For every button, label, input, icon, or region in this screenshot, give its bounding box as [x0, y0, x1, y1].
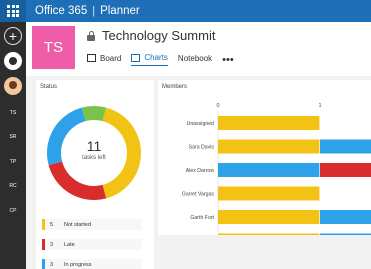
member-bar-segment[interactable] [218, 210, 320, 224]
board-icon [87, 54, 96, 62]
member-label: Unassigned [187, 121, 215, 127]
legend-count: 3 [50, 261, 54, 268]
tab-board-label: Board [100, 53, 122, 63]
member-bar-segment[interactable] [320, 233, 371, 236]
tab-notebook[interactable]: Notebook [178, 54, 212, 66]
legend-row[interactable]: 3 In progress [42, 259, 142, 269]
member-bar-segment[interactable] [218, 186, 320, 201]
plan-tabs: Board Charts Notebook ••• [87, 53, 234, 66]
rail-plan-tile[interactable]: TS [6, 106, 20, 119]
legend-swatch [42, 239, 45, 250]
tab-charts[interactable]: Charts [131, 53, 168, 66]
avatar[interactable] [4, 77, 22, 95]
rail-plan-tile-label: TP [9, 158, 17, 165]
member-bar-segment[interactable] [218, 233, 320, 236]
legend-swatch [42, 259, 45, 269]
member-bar-segment[interactable] [320, 210, 371, 224]
new-plan-icon[interactable]: + [4, 27, 22, 45]
legend-label: Late [64, 241, 75, 248]
x-tick-label: 1 [318, 103, 321, 109]
legend-label: In progress [64, 261, 92, 268]
rail-plan-tile[interactable]: CP [6, 204, 20, 217]
charts-content: Status 11 tasks left 5 Not started 3 Lat… [26, 76, 371, 269]
rail-plan-tile-label: SR [9, 133, 17, 140]
members-card: Members 0 1 Unassigned Sara Davis Alex Darro… [158, 80, 371, 235]
tab-charts-label: Charts [144, 53, 168, 62]
suite-separator: | [92, 5, 96, 17]
left-rail: + TS SR TP RC CP [0, 22, 26, 269]
legend-row[interactable]: 5 Not started [42, 219, 142, 230]
member-label: Garret Vargas [182, 192, 215, 198]
member-label: Alex Darrow [186, 168, 215, 174]
members-bar-chart: 0 1 Unassigned Sara Davis Alex Darrow Garret … [182, 103, 371, 236]
member-bar-segment[interactable] [218, 163, 320, 177]
plan-header: TS Technology Summit Board Charts Notebo… [26, 22, 371, 76]
legend-swatch [42, 219, 45, 230]
more-options-icon[interactable]: ••• [222, 54, 234, 66]
member-bar-segment[interactable] [320, 163, 371, 177]
legend-count: 3 [50, 241, 54, 248]
rail-plan-tile[interactable]: TP [6, 155, 20, 168]
planner-hub-icon[interactable] [4, 52, 22, 70]
plan-tile: TS [32, 26, 75, 69]
suite-title[interactable]: Office 365 [35, 5, 87, 17]
legend-label: Not started [64, 221, 91, 228]
legend-count: 5 [50, 221, 54, 228]
app-name[interactable]: Planner [100, 5, 140, 17]
rail-plan-tile-label: RC [9, 182, 17, 189]
rail-plan-tile[interactable]: SR [6, 130, 20, 143]
rail-plan-tile-label: TS [9, 109, 17, 116]
donut-slice-completed[interactable] [81, 106, 107, 122]
member-label: Garth Fort [190, 215, 214, 221]
member-bar-segment[interactable] [320, 139, 371, 154]
suite-bar: Office 365 | Planner [0, 0, 371, 22]
rail-plan-tile[interactable]: RC [6, 179, 20, 192]
tasks-left-count: 11 [86, 138, 102, 154]
tab-notebook-label: Notebook [177, 53, 213, 63]
member-label: Sara Davis [189, 145, 215, 151]
legend-row[interactable]: 3 Late [42, 239, 142, 250]
x-tick-label: 0 [216, 103, 219, 109]
tasks-left-label: tasks left [82, 155, 106, 161]
donut-slice-late[interactable] [48, 161, 107, 200]
status-title: Status [40, 84, 58, 90]
tab-board[interactable]: Board [87, 54, 121, 66]
member-bar-segment[interactable] [218, 116, 320, 130]
status-card: Status 11 tasks left 5 Not started 3 Lat… [36, 80, 154, 269]
charts-icon [131, 53, 141, 62]
app-launcher-icon[interactable] [0, 0, 26, 22]
member-bar-segment[interactable] [218, 139, 320, 154]
lock-icon [87, 30, 95, 41]
plan-title: Technology Summit [102, 28, 216, 43]
rail-plan-tile-label: CP [9, 207, 17, 214]
plan-title-row: Technology Summit [87, 28, 215, 43]
